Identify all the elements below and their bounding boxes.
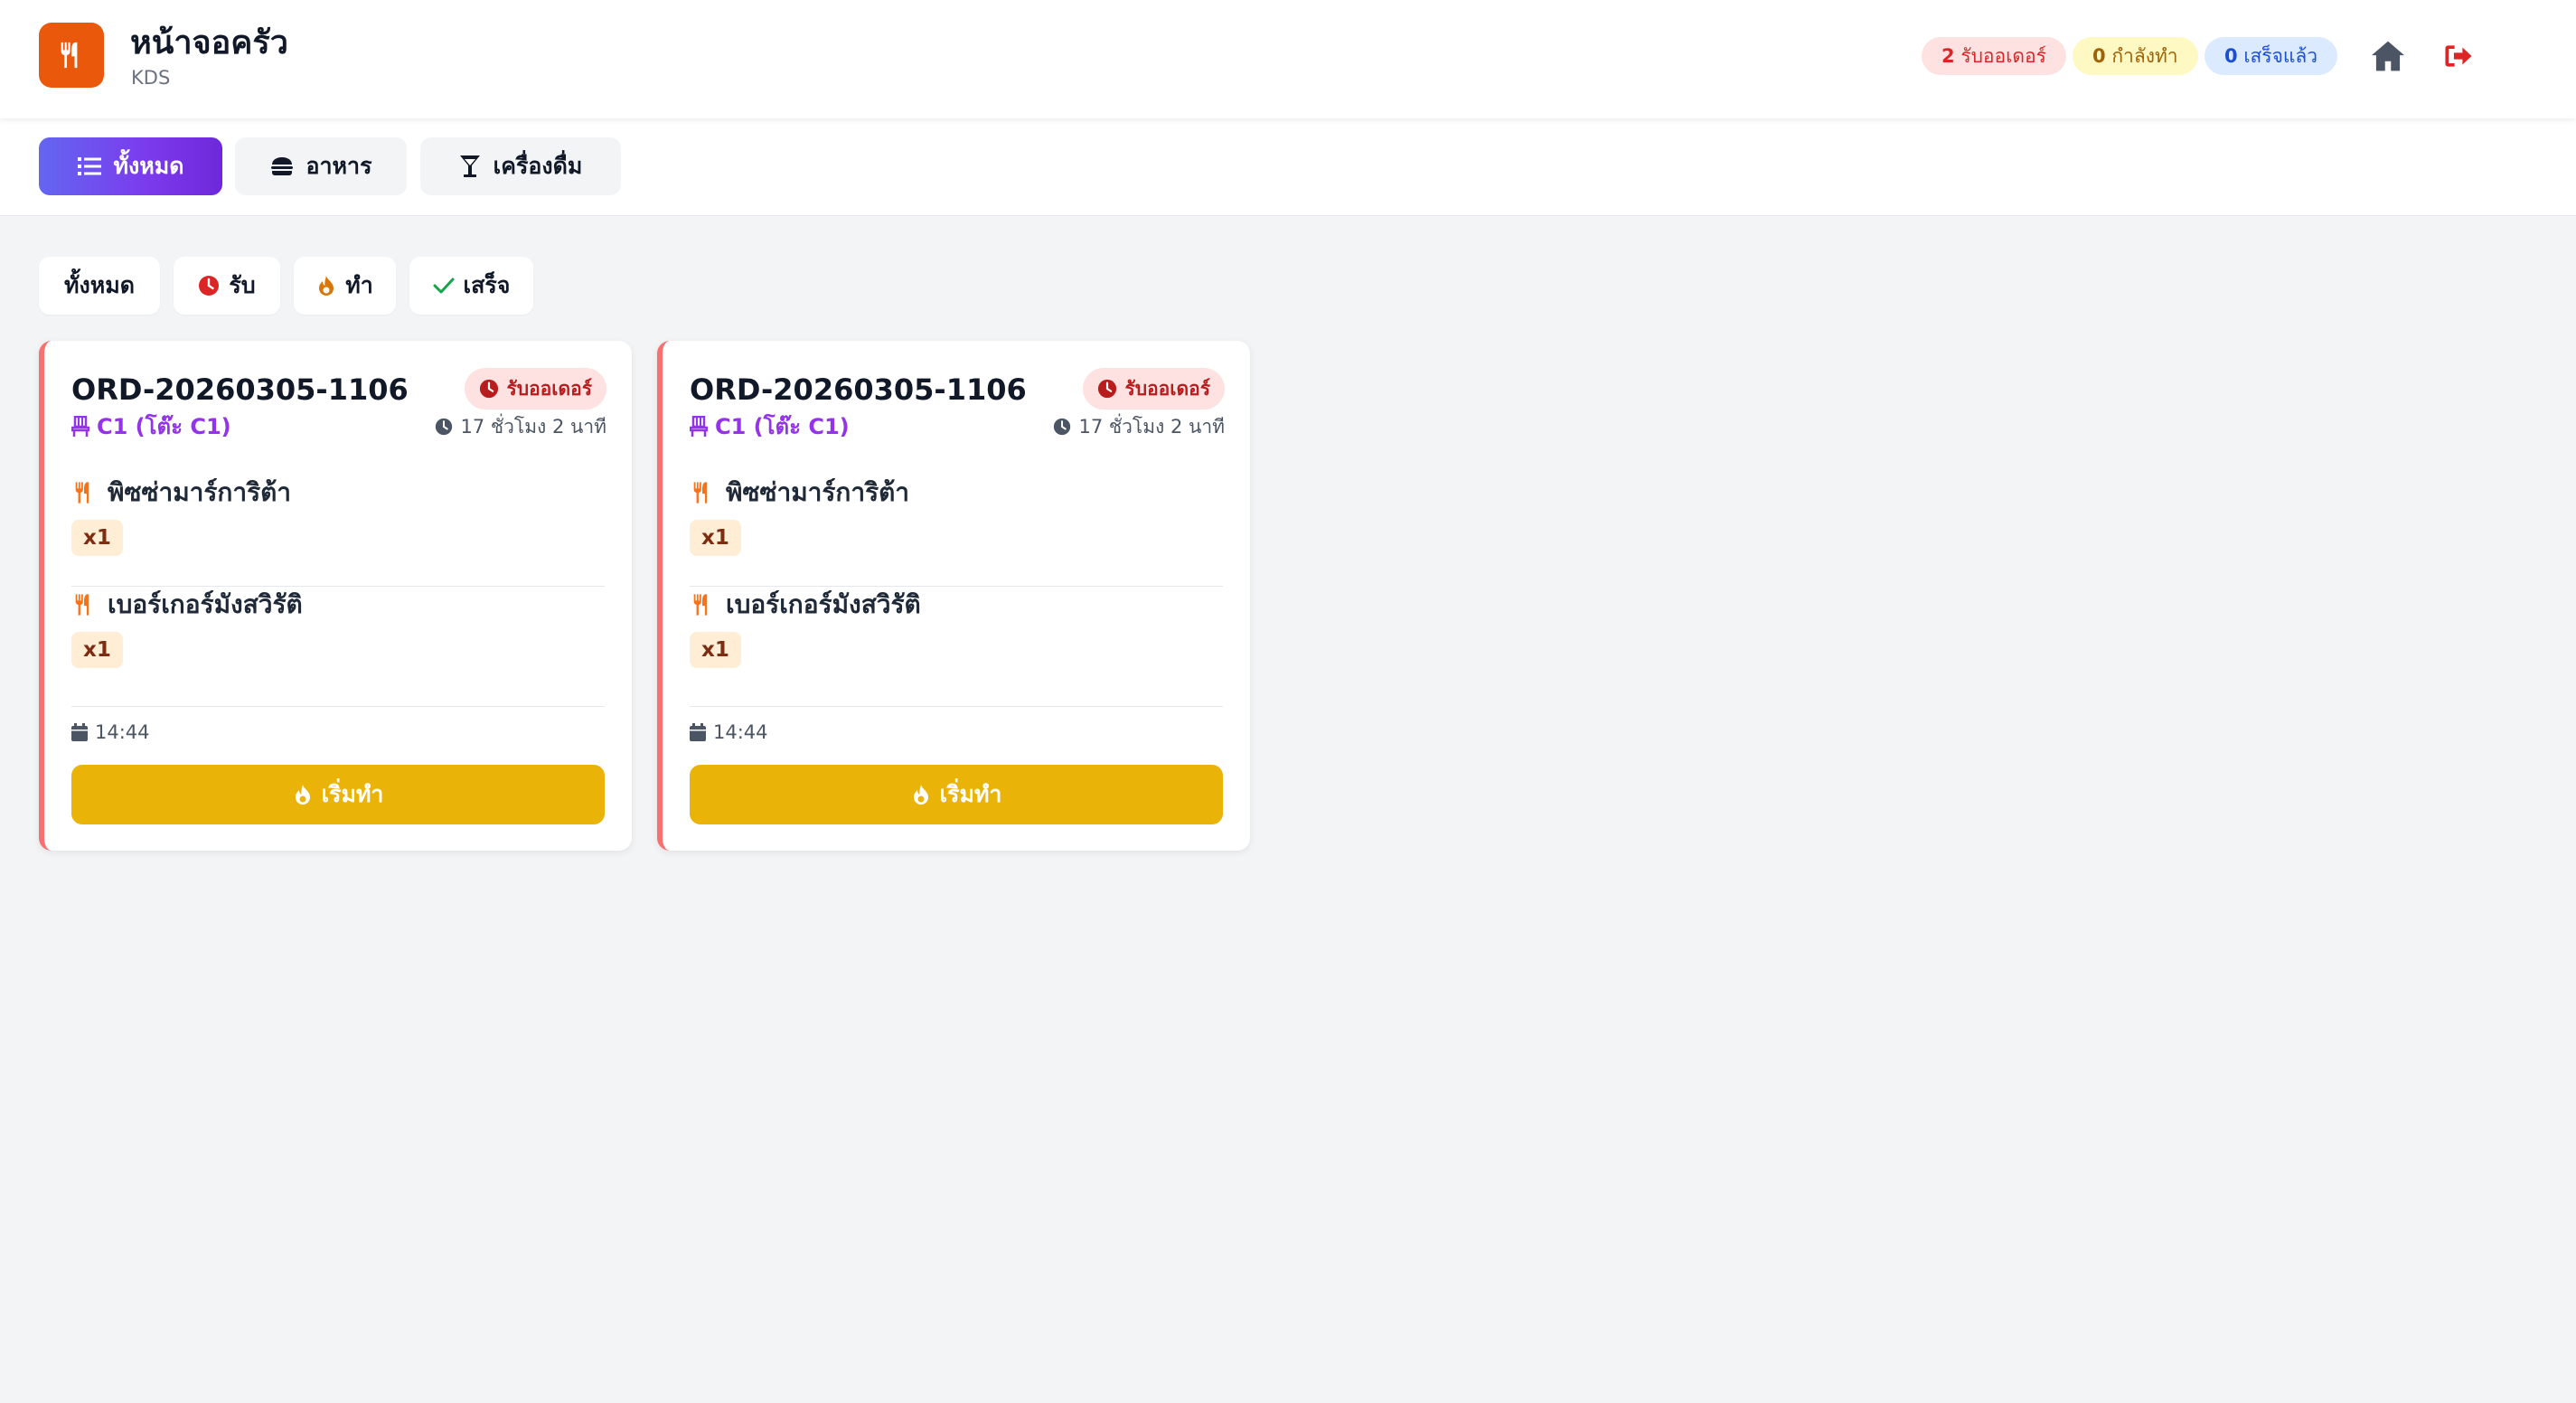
cocktail-icon xyxy=(459,155,480,177)
filter-all[interactable]: ทั้งหมด xyxy=(39,257,160,315)
item-name: เบอร์เกอร์มังสวิรัติ xyxy=(726,589,921,619)
item-name: พิซซ่ามาร์การิต้า xyxy=(726,477,910,507)
status-badge: รับออเดอร์ xyxy=(465,368,606,410)
chair-icon xyxy=(690,416,708,437)
table-info: C1 (โต๊ะ C1) xyxy=(690,412,850,441)
logout-icon xyxy=(2445,45,2472,67)
tab-food[interactable]: อาหาร xyxy=(235,137,407,195)
order-item: พิซซ่ามาร์การิต้า x1 xyxy=(690,475,1223,587)
filter-cooking[interactable]: ทำ xyxy=(294,257,396,315)
list-icon xyxy=(77,157,101,175)
item-quantity: x1 xyxy=(71,520,123,556)
order-item: เบอร์เกอร์มังสวิรัติ x1 xyxy=(71,587,605,699)
elapsed-time: 17 ชั่วโมง 2 นาที xyxy=(1053,414,1225,439)
category-bar: ทั้งหมด อาหาร เครื่องดื่ม xyxy=(0,118,2576,216)
fire-icon xyxy=(319,276,334,296)
clock-icon xyxy=(1098,379,1117,399)
start-cooking-button[interactable]: เริ่มทำ xyxy=(71,765,605,824)
utensils-icon xyxy=(693,482,708,504)
status-badge: รับออเดอร์ xyxy=(1083,368,1225,410)
utensils-icon xyxy=(693,594,708,616)
app-subtitle: KDS xyxy=(131,67,171,89)
order-number: ORD-20260305-1106 xyxy=(690,372,1027,407)
tab-drinks[interactable]: เครื่องดื่ม xyxy=(420,137,621,195)
item-name: พิซซ่ามาร์การิต้า xyxy=(108,477,292,507)
fire-icon xyxy=(295,785,310,805)
burger-icon xyxy=(270,157,293,175)
utensils-icon xyxy=(61,42,78,69)
utensils-icon xyxy=(75,594,89,616)
check-icon xyxy=(433,278,455,294)
logout-button[interactable] xyxy=(2439,36,2478,76)
chair-icon xyxy=(71,416,89,437)
item-quantity: x1 xyxy=(690,520,741,556)
start-cooking-button[interactable]: เริ่มทำ xyxy=(690,765,1223,824)
order-card: ORD-20260305-1106 C1 (โต๊ะ C1) รับออเดอร… xyxy=(39,341,632,851)
order-time: 14:44 xyxy=(71,719,150,746)
app-header: หน้าจอครัว KDS 2 รับออเดอร์ 0 กำลังทำ 0 … xyxy=(0,0,2576,118)
order-card: ORD-20260305-1106 C1 (โต๊ะ C1) รับออเดอร… xyxy=(657,341,1250,851)
calendar-icon xyxy=(71,723,88,741)
filter-done[interactable]: เสร็จ xyxy=(409,257,533,315)
done-orders-badge: 0 เสร็จแล้ว xyxy=(2205,37,2338,75)
item-quantity: x1 xyxy=(690,632,741,668)
utensils-icon xyxy=(75,482,89,504)
order-item: เบอร์เกอร์มังสวิรัติ x1 xyxy=(690,587,1223,699)
app-title: หน้าจอครัว xyxy=(130,24,288,61)
table-info: C1 (โต๊ะ C1) xyxy=(71,412,231,441)
item-name: เบอร์เกอร์มังสวิรัติ xyxy=(108,589,303,619)
new-orders-badge: 2 รับออเดอร์ xyxy=(1922,37,2066,75)
cooking-orders-badge: 0 กำลังทำ xyxy=(2073,37,2198,75)
order-time: 14:44 xyxy=(690,719,768,746)
home-button[interactable] xyxy=(2368,36,2408,76)
fire-icon xyxy=(913,785,928,805)
item-quantity: x1 xyxy=(71,632,123,668)
filter-new[interactable]: รับ xyxy=(174,257,280,315)
divider xyxy=(690,706,1223,707)
home-icon xyxy=(2372,41,2404,71)
calendar-icon xyxy=(690,723,706,741)
clock-icon xyxy=(436,418,453,436)
app-logo xyxy=(39,23,104,88)
order-item: พิซซ่ามาร์การิต้า x1 xyxy=(71,475,605,587)
clock-icon xyxy=(199,276,220,296)
clock-icon xyxy=(1054,418,1071,436)
tab-all[interactable]: ทั้งหมด xyxy=(39,137,222,195)
clock-icon xyxy=(480,379,499,399)
order-number: ORD-20260305-1106 xyxy=(71,372,409,407)
elapsed-time: 17 ชั่วโมง 2 นาที xyxy=(435,414,606,439)
divider xyxy=(71,706,605,707)
